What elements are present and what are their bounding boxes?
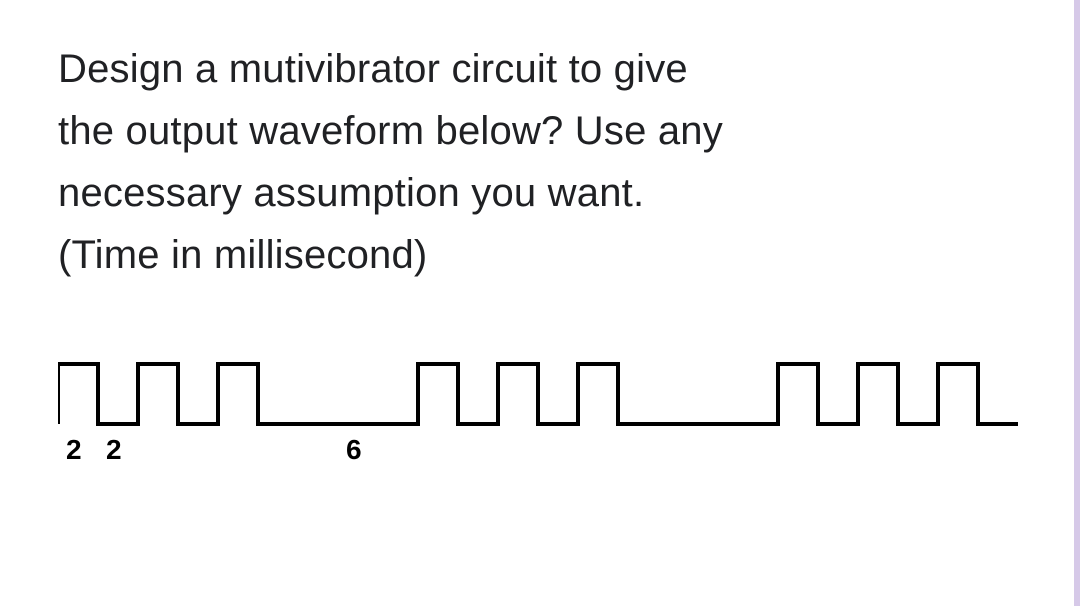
right-border-accent <box>1074 0 1080 606</box>
question-block: Design a mutivibrator circuit to give th… <box>0 0 1080 484</box>
question-line-1: Design a mutivibrator circuit to give <box>58 38 1020 100</box>
question-line-2: the output waveform below? Use any <box>58 100 1020 162</box>
label-low-duration: 2 <box>106 434 122 466</box>
question-line-4: (Time in millisecond) <box>58 224 1020 286</box>
question-text: Design a mutivibrator circuit to give th… <box>58 38 1020 286</box>
label-high-duration: 2 <box>66 434 82 466</box>
waveform-svg <box>58 354 1038 434</box>
question-line-3: necessary assumption you want. <box>58 162 1020 224</box>
label-gap-duration: 6 <box>346 434 362 466</box>
waveform-diagram: 2 2 6 <box>58 354 1020 484</box>
